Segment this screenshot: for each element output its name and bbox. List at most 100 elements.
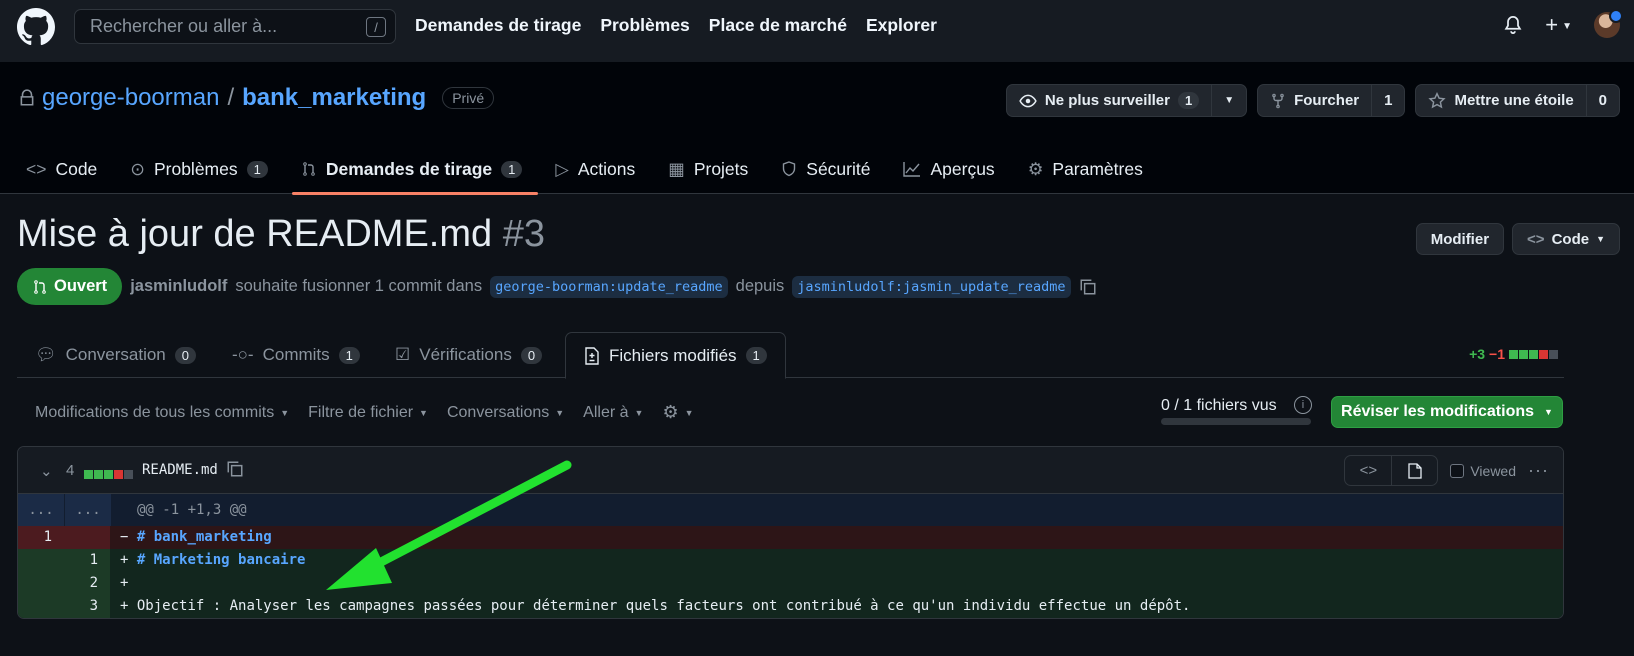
repo-name-link[interactable]: bank_marketing — [242, 84, 426, 112]
tab-pull-requests[interactable]: Demandes de tirage 1 — [291, 144, 539, 195]
edit-button[interactable]: Modifier — [1415, 223, 1505, 255]
base-branch[interactable]: george-boorman:update_readme — [490, 275, 728, 298]
state-badge: Ouvert — [17, 268, 123, 305]
nav-issues[interactable]: Problèmes — [600, 15, 689, 36]
tab-security[interactable]: Sécurité — [781, 144, 886, 194]
tab-label: Sécurité — [806, 158, 871, 179]
pull-request-icon — [303, 162, 315, 176]
deletions-count: −1 — [1489, 346, 1505, 362]
file-header-actions: <> Viewed ··· — [1344, 455, 1549, 486]
files-viewed-progress — [1161, 418, 1311, 425]
new-line-number[interactable] — [64, 526, 110, 549]
jump-to-dropdown[interactable]: Aller à ▼ — [583, 402, 643, 423]
diff-sign: + — [120, 552, 129, 568]
diff-line-deleted: 1 − # bank_marketing — [18, 526, 1563, 549]
star-button[interactable]: Mettre une étoile 0 — [1415, 84, 1620, 117]
chevron-down-icon[interactable]: ⌄ — [40, 462, 53, 480]
diff-settings-dropdown[interactable]: ⚙ ▼ — [662, 402, 693, 423]
author-link[interactable]: jasminludolf — [130, 277, 227, 296]
new-line-number[interactable]: 3 — [64, 595, 110, 618]
repo-owner-link[interactable]: george-boorman — [42, 84, 219, 112]
tab-commits[interactable]: -○- Commits 1 — [232, 332, 360, 378]
merge-text: souhaite fusionner 1 commit dans — [235, 277, 483, 295]
kebab-menu-icon[interactable]: ··· — [1528, 460, 1549, 481]
file-name[interactable]: README.md — [142, 462, 218, 478]
visibility-badge: Privé — [442, 87, 495, 109]
fork-button[interactable]: Fourcher 1 — [1257, 84, 1406, 117]
view-toggle: <> — [1344, 455, 1439, 486]
nav-explore[interactable]: Explorer — [866, 15, 937, 36]
old-line-number[interactable] — [18, 549, 64, 572]
diff-line-added: 2 + — [18, 572, 1563, 595]
search-input[interactable]: Rechercher ou aller à... / — [74, 9, 396, 44]
watch-dropdown-icon[interactable]: ▼ — [1211, 85, 1246, 116]
tab-settings[interactable]: ⚙ Paramètres — [1028, 144, 1159, 194]
review-changes-button[interactable]: Réviser les modifications ▼ — [1331, 396, 1563, 428]
head-branch[interactable]: jasminludolf:jasmin_update_readme — [792, 275, 1071, 298]
tab-insights[interactable]: Aperçus — [903, 144, 1010, 194]
tab-label: Projets — [693, 158, 749, 179]
tab-actions[interactable]: ▷ Actions — [555, 144, 651, 194]
watch-label: Ne plus surveiller — [1044, 92, 1170, 109]
star-label: Mettre une étoile — [1454, 92, 1574, 109]
file-filter-dropdown[interactable]: Filtre de fichier ▼ — [308, 402, 428, 423]
page-title: Mise à jour de README.md #3 — [17, 213, 545, 256]
diff-sign: + — [120, 598, 129, 614]
old-line-number[interactable] — [18, 595, 64, 618]
expand-down-icon[interactable]: ... — [65, 494, 111, 526]
nav-pull-requests[interactable]: Demandes de tirage — [415, 15, 581, 36]
gear-icon: ⚙ — [1027, 158, 1044, 179]
caret-down-icon: ▼ — [280, 407, 290, 418]
star-icon — [1428, 91, 1447, 108]
expand-up-icon[interactable]: ... — [18, 494, 64, 526]
tab-label: Demandes de tirage — [325, 158, 493, 179]
tab-conversation[interactable]: 💬︎ Conversation 0 — [35, 332, 196, 378]
global-nav: Demandes de tirage Problèmes Place de ma… — [415, 15, 937, 36]
diff-line-code: − # bank_marketing — [110, 526, 1563, 549]
chevron-down-icon: ▼ — [1596, 234, 1605, 244]
from-text: depuis — [735, 277, 785, 295]
diff-sign: + — [120, 575, 129, 591]
new-line-number[interactable]: 2 — [64, 572, 110, 595]
copy-icon[interactable] — [1079, 278, 1097, 296]
bell-icon[interactable] — [1503, 15, 1523, 35]
code-button[interactable]: <> Code ▼ — [1512, 223, 1620, 255]
repo-actions: Ne plus surveiller 1 ▼ Fourcher 1 Mettre … — [1005, 84, 1620, 117]
repo-title: george-boorman / bank_marketing Privé — [18, 84, 495, 112]
eye-icon — [1019, 94, 1037, 107]
lock-icon — [20, 89, 34, 106]
file-header: ⌄ 4 README.md <> Viewed ··· — [18, 447, 1563, 494]
files-viewed-count: 0 / 1 fichiers vus — [1161, 397, 1277, 414]
tab-projects[interactable]: ▦ Projets — [668, 144, 764, 194]
code-view-icon[interactable]: <> — [1345, 456, 1391, 485]
create-new-plus-icon[interactable]: + ▼ — [1545, 12, 1572, 38]
old-line-number[interactable]: 1 — [18, 526, 64, 549]
tab-files-changed[interactable]: Fichiers modifiés 1 — [565, 332, 786, 379]
tab-count: 1 — [246, 160, 268, 178]
all-commits-dropdown[interactable]: Modifications de tous les commits ▼ — [35, 402, 289, 423]
watch-button[interactable]: Ne plus surveiller 1 ▼ — [1005, 84, 1248, 117]
tab-checks[interactable]: ☑ Vérifications 0 — [395, 332, 543, 378]
copy-icon[interactable] — [226, 460, 244, 478]
new-line-number[interactable]: 1 — [64, 549, 110, 572]
tab-label: Commits — [262, 345, 330, 364]
diff-stat: +3 −1 — [1469, 346, 1559, 362]
user-avatar[interactable] — [1594, 9, 1623, 38]
file-view-icon[interactable] — [1391, 456, 1437, 485]
old-line-number[interactable] — [18, 572, 64, 595]
header-actions: + ▼ — [1503, 9, 1623, 38]
info-icon[interactable]: i — [1294, 396, 1312, 414]
nav-marketplace[interactable]: Place de marché — [709, 15, 847, 36]
tab-label: Conversation — [65, 345, 166, 364]
conversations-dropdown[interactable]: Conversations ▼ — [447, 402, 564, 423]
caret-down-icon: ▼ — [634, 407, 644, 418]
tab-code[interactable]: <> Code — [26, 144, 113, 194]
tab-label: Vérifications — [419, 345, 512, 364]
github-logo-icon[interactable] — [17, 8, 55, 46]
diff-line-added: 3 + Objectif : Analyser les campagnes pa… — [18, 595, 1563, 618]
fork-icon — [1272, 93, 1284, 108]
dropdown-label: Conversations — [446, 403, 550, 421]
viewed-checkbox[interactable]: Viewed — [1450, 463, 1516, 479]
tab-issues[interactable]: ⊙ Problèmes 1 — [130, 144, 284, 194]
repo-separator: / — [227, 84, 235, 111]
